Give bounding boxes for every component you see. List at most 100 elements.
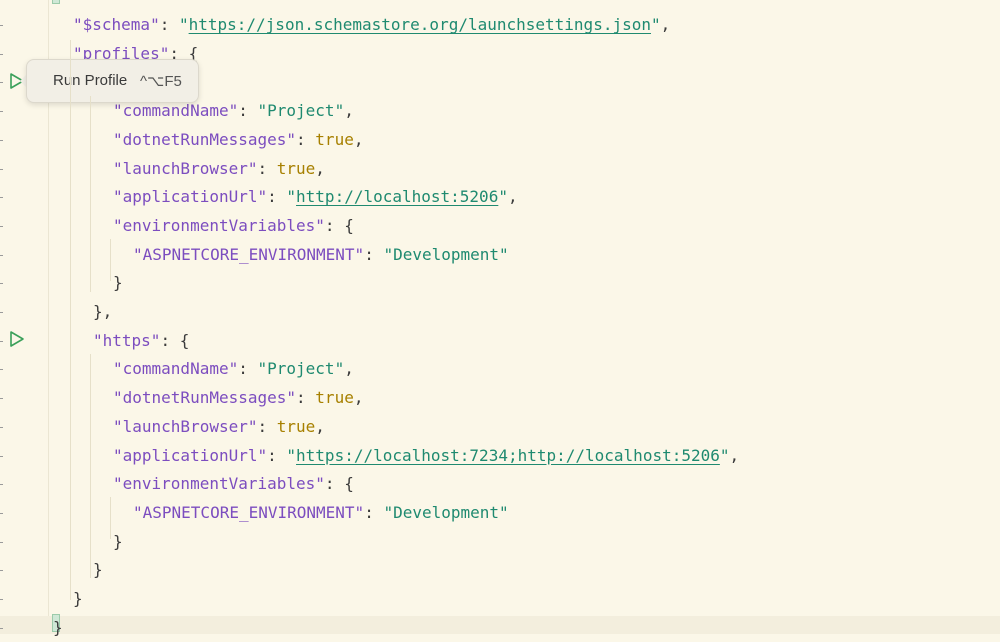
indent-guide [110, 497, 111, 539]
json-punctuation: : [257, 416, 277, 436]
json-punctuation: , [344, 101, 354, 121]
json-boolean: true [276, 416, 316, 436]
json-key: "environmentVariables" [113, 215, 325, 235]
json-punctuation: } [113, 531, 123, 551]
code-line[interactable]: "launchBrowser": true, [113, 413, 325, 441]
json-punctuation: } [93, 560, 103, 580]
json-string: " [286, 187, 297, 207]
gutter-fold-marker [0, 111, 3, 113]
code-line[interactable]: "dotnetRunMessages": true, [113, 384, 363, 412]
json-punctuation: : [296, 388, 316, 408]
json-key: "dotnetRunMessages" [113, 388, 297, 408]
json-key: "https" [93, 330, 161, 350]
json-boolean: true [315, 129, 354, 149]
json-key: "environmentVariables" [113, 474, 325, 494]
json-punctuation: } [113, 273, 123, 293]
code-line[interactable]: } [113, 528, 123, 556]
code-line[interactable]: } [53, 614, 63, 642]
code-line[interactable]: "environmentVariables": { [113, 212, 354, 240]
code-editor[interactable]: "$schema": "https://json.schemastore.org… [0, 0, 1000, 637]
json-url-link[interactable]: https://localhost:7234;http://localhost:… [296, 446, 720, 465]
json-key: "commandName" [113, 359, 239, 379]
gutter-fold-marker [0, 139, 3, 141]
code-line[interactable]: "applicationUrl": "http://localhost:5206… [113, 183, 518, 211]
json-key: "dotnetRunMessages" [113, 129, 297, 149]
json-punctuation: : [267, 445, 287, 465]
code-line[interactable]: } [113, 269, 123, 297]
json-string: " [178, 15, 189, 34]
json-punctuation: : [238, 359, 258, 379]
json-url-link[interactable]: http://localhost:5206 [296, 187, 498, 206]
json-string: "Project" [257, 101, 345, 121]
code-line[interactable]: "https": { [93, 327, 189, 355]
json-string: " [498, 187, 508, 207]
indent-guide [110, 239, 111, 281]
gutter-fold-marker [0, 168, 3, 170]
json-key: "$schema" [73, 15, 160, 34]
indent-guide [70, 40, 71, 600]
json-punctuation: : [238, 101, 258, 121]
gutter-fold-marker [0, 627, 3, 629]
json-key: "launchBrowser" [113, 158, 258, 178]
json-key: "ASPNETCORE_ENVIRONMENT" [133, 502, 365, 522]
json-punctuation: , [507, 187, 518, 207]
gutter-fold-marker [0, 484, 3, 486]
json-key: "applicationUrl" [113, 445, 268, 465]
json-key: "commandName" [113, 101, 239, 121]
gutter-fold-marker [0, 82, 3, 84]
json-punctuation: } [73, 589, 83, 608]
json-boolean: true [276, 158, 316, 178]
gutter-fold-marker [0, 398, 3, 400]
json-string: " [719, 445, 730, 465]
code-line[interactable]: "$schema": "https://json.schemastore.org… [73, 11, 670, 39]
code-line[interactable]: "dotnetRunMessages": true, [113, 126, 363, 154]
json-punctuation: , [353, 129, 364, 149]
json-punctuation: , [344, 359, 354, 379]
gutter-fold-marker [0, 570, 3, 572]
code-line[interactable]: "applicationUrl": "https://localhost:723… [113, 442, 739, 470]
json-punctuation: : { [160, 330, 190, 350]
json-string: "Development" [383, 244, 509, 264]
gutter-fold-marker [0, 25, 3, 26]
gutter-fold-marker [0, 283, 3, 285]
json-string: " [650, 15, 661, 34]
gutter-fold-marker [0, 197, 3, 199]
run-profile-icon[interactable] [8, 330, 26, 348]
json-boolean: true [315, 388, 354, 408]
json-punctuation: : [257, 158, 277, 178]
json-key: "launchBrowser" [113, 416, 258, 436]
json-punctuation: : [159, 15, 179, 34]
json-punctuation: : { [324, 474, 354, 494]
run-profile-tooltip: Run Profile ^⌥F5 [26, 59, 199, 103]
code-line[interactable]: "commandName": "Project", [113, 355, 354, 383]
code-line[interactable]: "ASPNETCORE_ENVIRONMENT": "Development" [133, 241, 509, 269]
json-url-link[interactable]: https://json.schemastore.org/launchsetti… [189, 15, 651, 34]
gutter-fold-marker [0, 254, 3, 256]
json-punctuation: }, [93, 302, 113, 321]
json-punctuation: : [364, 502, 384, 522]
code-line[interactable]: } [73, 585, 83, 613]
json-punctuation: : { [324, 215, 354, 235]
gutter-fold-marker [0, 455, 3, 457]
tooltip-shortcut: ^⌥F5 [140, 73, 182, 90]
json-punctuation: , [315, 158, 325, 178]
json-string: "Development" [383, 502, 509, 522]
gutter-fold-marker [0, 369, 3, 371]
gutter-fold-marker [0, 340, 3, 342]
code-line[interactable]: "ASPNETCORE_ENVIRONMENT": "Development" [133, 499, 509, 527]
gutter-fold-marker [0, 599, 3, 600]
gutter-fold-marker [0, 541, 3, 543]
gutter-fold-marker [0, 312, 3, 313]
code-line[interactable]: "launchBrowser": true, [113, 155, 325, 183]
indent-guide [90, 354, 91, 578]
gutter-fold-marker [0, 426, 3, 428]
gutter-fold-marker [0, 53, 3, 55]
gutter-fold-marker [0, 225, 3, 227]
code-line[interactable]: } [93, 556, 103, 584]
code-line[interactable]: "environmentVariables": { [113, 470, 354, 498]
json-punctuation: : [296, 129, 316, 149]
json-punctuation: : [267, 187, 287, 207]
code-line[interactable]: }, [93, 298, 112, 326]
gutter-fold-marker [0, 512, 3, 514]
json-punctuation: , [353, 388, 364, 408]
